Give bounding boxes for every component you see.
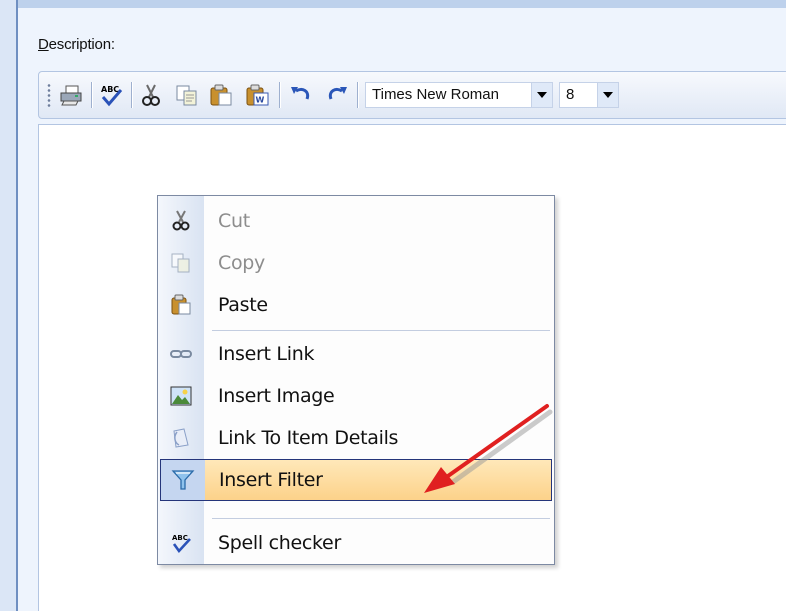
svg-text:W: W (256, 96, 265, 105)
menu-separator (212, 330, 550, 331)
menu-item-label: Link To Item Details (218, 427, 399, 449)
menu-item-label: Insert Link (218, 343, 315, 365)
description-label: Description: (38, 36, 115, 53)
spell-check-icon: ABC (158, 522, 204, 564)
menu-item-insert-filter[interactable]: Insert Filter (160, 459, 552, 501)
link-icon (158, 333, 204, 375)
window-top-frame (0, 0, 786, 8)
toolbar-separator (91, 82, 93, 108)
menu-item-insert-image[interactable]: Insert Image (158, 375, 554, 417)
svg-text:ABC: ABC (172, 534, 188, 542)
editor-toolbar: ABC W Times New Roman 8 (38, 71, 786, 119)
menu-item-link-to-item-details[interactable]: Link To Item Details (158, 417, 554, 459)
window-left-frame (0, 0, 16, 611)
paste-icon (158, 284, 204, 326)
menu-item-label: Insert Filter (219, 469, 323, 491)
font-name-value: Times New Roman (372, 86, 499, 103)
menu-separator (212, 518, 550, 519)
copy-icon[interactable] (173, 81, 201, 109)
svg-text:ABC: ABC (101, 85, 119, 94)
undo-icon[interactable] (287, 81, 315, 109)
font-name-select[interactable]: Times New Roman (365, 82, 553, 108)
redo-icon[interactable] (323, 81, 351, 109)
menu-item-label: Cut (218, 210, 250, 232)
cut-icon (158, 200, 204, 242)
menu-item-label: Insert Image (218, 385, 335, 407)
paste-icon[interactable] (207, 81, 235, 109)
toolbar-separator (279, 82, 281, 108)
chevron-down-icon[interactable] (531, 83, 552, 107)
menu-item-label: Paste (218, 294, 268, 316)
toolbar-separator (357, 82, 359, 108)
menu-item-copy[interactable]: Copy (158, 242, 554, 284)
paste-word-icon[interactable]: W (243, 81, 271, 109)
chevron-down-icon[interactable] (597, 83, 618, 107)
print-icon[interactable] (57, 81, 85, 109)
menu-item-paste[interactable]: Paste (158, 284, 554, 326)
context-menu: Cut Copy Paste Insert Link Insert Image … (157, 195, 555, 565)
image-icon (158, 375, 204, 417)
menu-item-spell-checker[interactable]: ABC Spell checker (158, 522, 554, 564)
cut-icon[interactable] (137, 81, 165, 109)
toolbar-grip[interactable] (47, 83, 51, 109)
menu-item-cut[interactable]: Cut (158, 200, 554, 242)
font-size-value: 8 (566, 86, 575, 103)
item-link-icon (158, 417, 204, 459)
menu-item-label: Spell checker (218, 532, 341, 554)
spell-check-icon[interactable]: ABC (97, 81, 125, 109)
menu-item-insert-link[interactable]: Insert Link (158, 333, 554, 375)
copy-icon (158, 242, 204, 284)
menu-item-label: Copy (218, 252, 265, 274)
toolbar-separator (131, 82, 133, 108)
filter-icon (161, 460, 205, 500)
font-size-select[interactable]: 8 (559, 82, 619, 108)
